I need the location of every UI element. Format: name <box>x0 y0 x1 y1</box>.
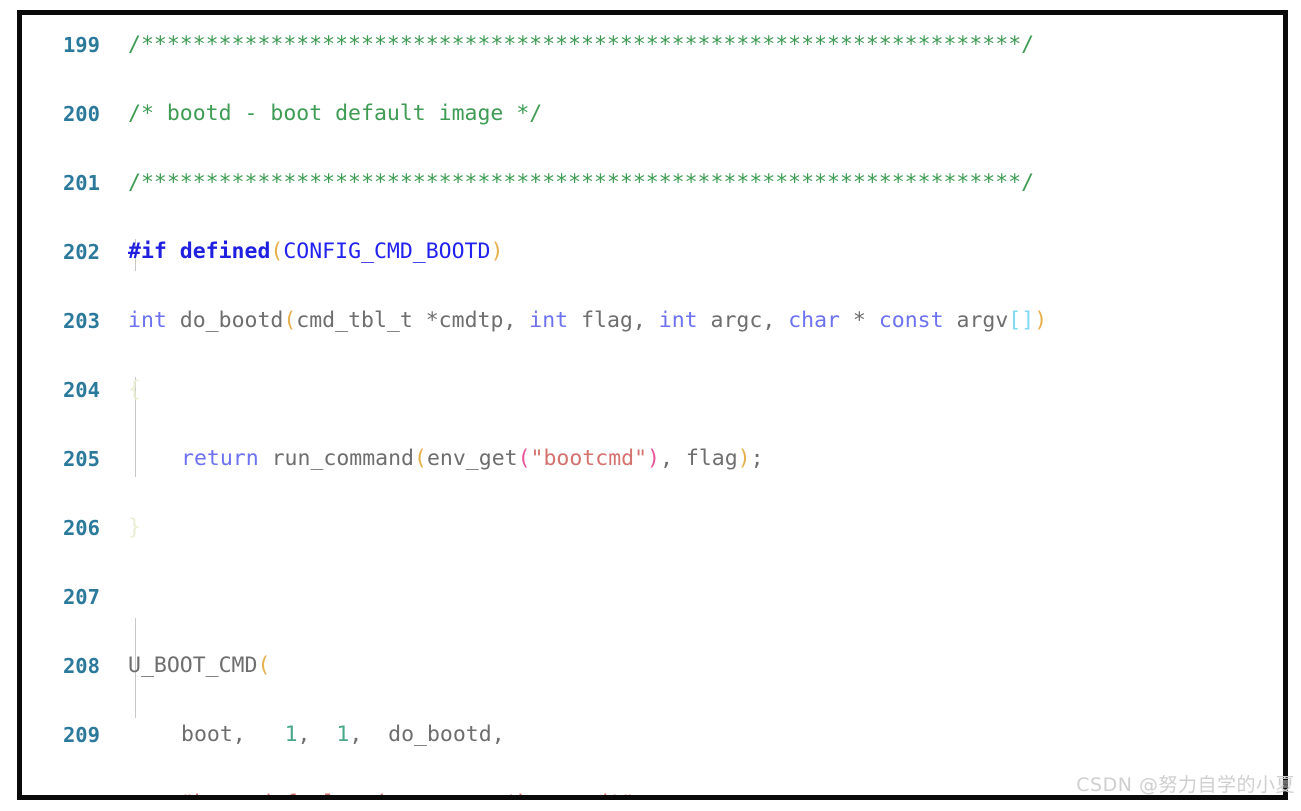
line-number: 199 <box>62 33 100 57</box>
lparen-token: ( <box>517 446 531 471</box>
code-line-206[interactable]: 206 } <box>22 511 1283 546</box>
code-line-204[interactable]: 204 { <box>22 373 1283 408</box>
close-brace-token: } <box>128 515 141 540</box>
line-number: 202 <box>62 240 100 264</box>
rparen-token: ) <box>737 446 751 471</box>
open-brace-token: { <box>128 377 141 402</box>
return-keyword-token: return <box>181 446 259 471</box>
rparen-token: ) <box>647 446 660 471</box>
line-content: /***************************************… <box>128 166 1034 201</box>
param-token: flag, <box>568 308 659 333</box>
semicolon-token: ; <box>750 446 764 471</box>
lbracket-token: [ <box>1008 308 1022 333</box>
param-token: argc, <box>697 308 789 333</box>
macro-name-token: U_BOOT_CMD <box>128 653 258 678</box>
csdn-watermark: CSDN @努力自学的小夏 <box>1076 774 1295 796</box>
code-line-202[interactable]: 202 #if defined(CONFIG_CMD_BOOTD) <box>22 235 1283 270</box>
number-token: 1 <box>336 722 350 747</box>
rparen-token: ) <box>1034 308 1048 333</box>
line-number: 200 <box>62 102 100 126</box>
line-content: return run_command(env_get("bootcmd"), f… <box>181 442 764 477</box>
call-name-token: run_command <box>258 446 415 471</box>
line-number: 204 <box>62 378 100 402</box>
param-token: cmd_tbl_t *cmdtp, <box>296 308 530 333</box>
string-token: "boot default, i.e., run 'bootcmd'" <box>181 791 634 795</box>
line-number: 203 <box>62 309 100 333</box>
code-line-209[interactable]: 209 boot, 1, 1, do_bootd, <box>22 718 1283 753</box>
line-number: 201 <box>62 171 100 195</box>
code-line-199[interactable]: 199 /***********************************… <box>22 28 1283 63</box>
line-content: U_BOOT_CMD( <box>128 649 270 684</box>
string-token: "bootcmd" <box>530 446 648 471</box>
pointer-star-token: * <box>839 308 879 333</box>
line-content: /* bootd - boot default image */ <box>128 97 542 132</box>
lparen-token: ( <box>283 308 297 333</box>
macro-name-token: CONFIG_CMD_BOOTD <box>283 239 491 264</box>
type-token: int <box>529 308 569 333</box>
line-number: 208 <box>62 654 100 678</box>
line-content: /***************************************… <box>128 28 1034 63</box>
line-number: 209 <box>62 723 100 747</box>
screenshot-root: 199 /***********************************… <box>0 0 1301 811</box>
line-content: #if defined(CONFIG_CMD_BOOTD) <box>128 235 503 270</box>
code-line-207[interactable]: 207 <box>22 580 1283 615</box>
comment-token: /***************************************… <box>128 170 1035 195</box>
comment-token: /***************************************… <box>128 32 1035 57</box>
code-editor-frame: 199 /***********************************… <box>17 10 1288 800</box>
line-number: 207 <box>62 585 100 609</box>
rbracket-token: ] <box>1021 308 1035 333</box>
comment-body-token: bootd - boot default image <box>153 101 517 126</box>
code-line-208[interactable]: 208 U_BOOT_CMD( <box>22 649 1283 684</box>
lparen-token: ( <box>270 239 284 264</box>
comment-close-token: */ <box>516 101 543 126</box>
code-surface[interactable]: 199 /***********************************… <box>22 15 1283 795</box>
code-line-201[interactable]: 201 /***********************************… <box>22 166 1283 201</box>
line-number: 205 <box>62 447 100 471</box>
type-token: char <box>788 308 840 333</box>
line-content: int do_bootd(cmd_tbl_t *cmdtp, int flag,… <box>128 304 1047 339</box>
comma-token: , <box>634 791 647 795</box>
line-content: } <box>128 511 141 546</box>
param-token: argv <box>943 308 1009 333</box>
cmd-name-token: boot, <box>181 722 285 747</box>
lparen-token: ( <box>414 446 427 471</box>
type-token: int <box>658 308 698 333</box>
comment-open-token: /* <box>128 101 154 126</box>
line-content: "boot default, i.e., run 'bootcmd'", <box>181 787 647 795</box>
line-content: boot, 1, 1, do_bootd, <box>181 718 505 753</box>
preprocessor-keyword-token: #if defined <box>128 239 271 264</box>
rparen-token: ) <box>490 239 504 264</box>
code-line-205[interactable]: 205 return run_command(env_get("bootcmd"… <box>22 442 1283 477</box>
code-line-200[interactable]: 200 /* bootd - boot default image */ <box>22 97 1283 132</box>
code-line-203[interactable]: 203 int do_bootd(cmd_tbl_t *cmdtp, int f… <box>22 304 1283 339</box>
function-name-token: do_bootd <box>166 308 284 333</box>
const-keyword-token: const <box>878 308 944 333</box>
line-number: 210 <box>22 787 100 795</box>
line-content: { <box>128 373 141 408</box>
number-token: 1 <box>284 722 298 747</box>
call-name-token: env_get <box>426 446 518 471</box>
handler-token: , do_bootd, <box>349 722 505 747</box>
line-number: 206 <box>62 516 100 540</box>
type-token: int <box>128 308 167 333</box>
arg-token: , flag <box>659 446 738 471</box>
lparen-token: ( <box>257 653 271 678</box>
separator-token: , <box>297 722 337 747</box>
